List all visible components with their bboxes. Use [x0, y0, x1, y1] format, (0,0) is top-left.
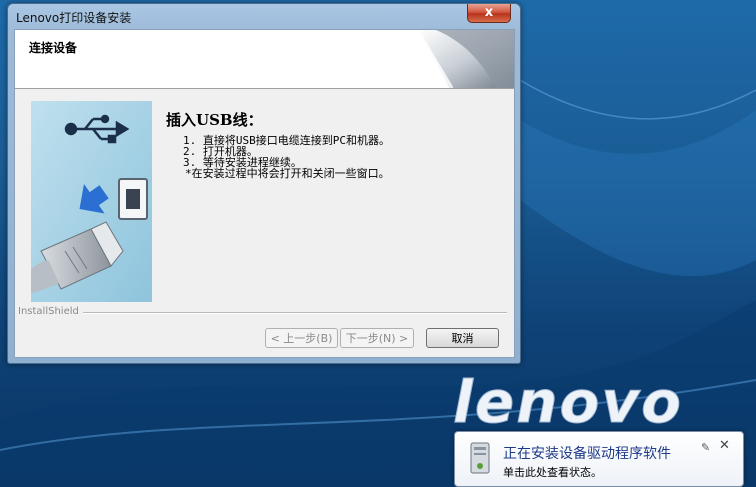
next-button[interactable]: 下一步(N) > [340, 328, 414, 348]
instruction-note: *在安装过程中将会打开和关闭一些窗口。 [185, 167, 390, 180]
window-titlebar[interactable]: Lenovo打印设备安装 x [8, 4, 520, 28]
back-button[interactable]: < 上一步(B) [265, 328, 338, 348]
lenovo-logo-text: lenovo [453, 372, 683, 434]
notification-close-icon[interactable]: ✕ [719, 438, 730, 453]
close-icon: x [484, 5, 494, 20]
device-install-icon [470, 442, 490, 474]
notification-title: 正在安装设备驱动程序软件 [503, 446, 671, 462]
installshield-label: InstallShield [18, 306, 83, 317]
usb-illustration [31, 101, 152, 302]
footer-divider [77, 312, 507, 314]
page-curl-graphic [416, 30, 514, 88]
window-title: Lenovo打印设备安装 [16, 11, 132, 25]
lenovo-logo: lenovo [453, 372, 683, 434]
pin-icon[interactable]: ✎ [701, 441, 710, 454]
window-close-button[interactable]: x [467, 4, 511, 23]
notification-subtitle: 单击此处查看状态。 [503, 466, 602, 479]
installer-client-area: 连接设备 插入USB线： 1. 直接将USB接口电缆连接到PC和机器。 2. 打… [14, 29, 515, 358]
cancel-button[interactable]: 取消 [426, 328, 499, 348]
driver-install-notification[interactable]: 正在安装设备驱动程序软件 单击此处查看状态。 ✎ ✕ [454, 431, 744, 487]
wizard-step-title: 连接设备 [29, 41, 78, 55]
installer-window: Lenovo打印设备安装 x 连接设备 插入USB线： 1. 直接将USB接口电… [7, 3, 521, 364]
instruction-heading: 插入USB线： [166, 111, 263, 129]
wizard-header: 连接设备 [15, 30, 514, 89]
